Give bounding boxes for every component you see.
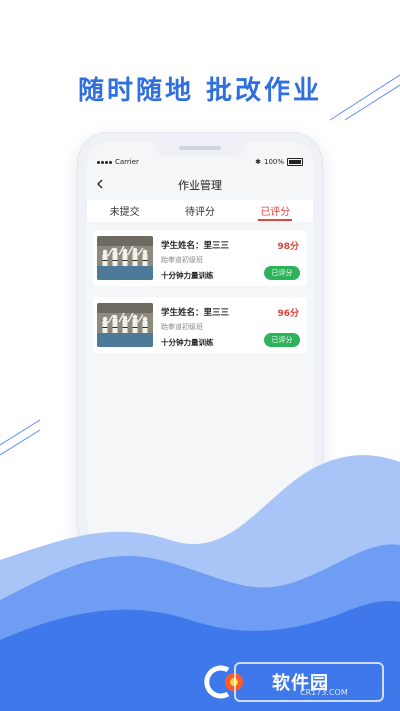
watermark: 软件园 CR173.COM bbox=[198, 660, 384, 704]
background-waves bbox=[0, 455, 400, 711]
watermark-site: CR173.COM bbox=[300, 688, 348, 697]
